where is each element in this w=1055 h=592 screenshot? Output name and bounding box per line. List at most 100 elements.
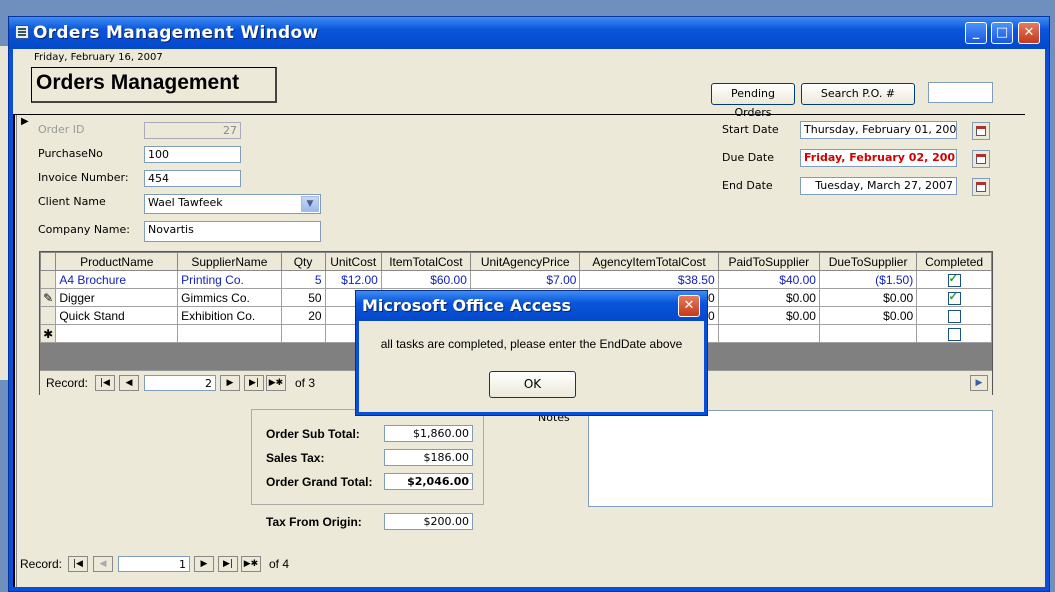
supplier-cell[interactable] [177, 324, 282, 343]
close-button[interactable]: ✕ [1018, 22, 1040, 44]
due-cell[interactable]: $0.00 [818, 288, 918, 307]
row-selector[interactable]: ✎ [39, 288, 57, 307]
column-header[interactable]: Completed [916, 252, 992, 271]
paid-cell[interactable]: $0.00 [717, 288, 820, 307]
table-header-row: ProductName SupplierName Qty UnitCost It… [39, 252, 992, 271]
qty-cell[interactable]: 20 [280, 306, 326, 325]
search-po-button[interactable]: Search P.O. # [801, 83, 915, 105]
next-record-icon[interactable]: ▶ [220, 375, 240, 391]
agency-total-cell[interactable]: $38.50 [579, 270, 719, 289]
completed-cell[interactable] [916, 324, 992, 343]
new-record-nav-icon[interactable]: ▶✱ [266, 375, 286, 391]
form-title-box: Orders Management [31, 67, 277, 103]
invoice-number-field[interactable]: 454 [144, 170, 241, 187]
due-cell[interactable] [818, 324, 918, 343]
main-previous-record-icon[interactable]: ◀ [93, 556, 113, 572]
column-header[interactable]: ProductName [55, 252, 179, 271]
product-cell[interactable]: Quick Stand [55, 306, 179, 325]
end-date-field[interactable]: Tuesday, March 27, 2007 [800, 177, 957, 195]
subform-record-count: of 3 [295, 376, 316, 390]
column-header[interactable]: SupplierName [177, 252, 282, 271]
minimize-button[interactable]: _ [965, 22, 987, 44]
purchase-no-field[interactable]: 100 [144, 146, 241, 163]
main-first-record-icon[interactable]: |◀ [68, 556, 88, 572]
dialog-close-button[interactable]: ✕ [678, 295, 700, 317]
product-cell[interactable]: Digger [55, 288, 179, 307]
column-header[interactable]: UnitCost [324, 252, 382, 271]
column-header[interactable]: PaidToSupplier [717, 252, 820, 271]
column-header[interactable]: UnitAgencyPrice [469, 252, 581, 271]
close-icon: ✕ [683, 298, 695, 313]
first-record-icon[interactable]: |◀ [95, 375, 115, 391]
due-date-field[interactable]: Friday, February 02, 2007 [800, 149, 957, 167]
tax-origin-field[interactable]: $200.00 [384, 513, 473, 530]
completed-checkbox[interactable] [947, 290, 961, 305]
scroll-right-icon[interactable]: ▶ [970, 375, 988, 391]
completed-checkbox[interactable] [947, 309, 961, 323]
tax-origin-label: Tax From Origin: [266, 515, 362, 529]
column-header[interactable]: AgencyItemTotalCost [579, 252, 719, 271]
ok-button[interactable]: OK [489, 371, 576, 398]
column-header[interactable]: ItemTotalCost [380, 252, 471, 271]
due-date-label: Due Date [722, 151, 774, 164]
qty-cell[interactable]: 5 [280, 270, 326, 289]
previous-record-icon[interactable]: ◀ [119, 375, 139, 391]
column-header[interactable]: Qty [280, 252, 326, 271]
company-name-label: Company Name: [38, 223, 130, 236]
main-record-number[interactable]: 1 [118, 556, 190, 572]
window-titlebar[interactable]: Orders Management Window _ □ ✕ [9, 17, 1049, 49]
product-cell[interactable]: A4 Brochure [55, 270, 179, 289]
form-title: Orders Management [36, 71, 240, 94]
company-name-field[interactable]: Novartis [144, 221, 321, 242]
completed-checkbox[interactable] [947, 327, 961, 341]
notes-field[interactable] [588, 410, 993, 507]
qty-cell[interactable]: 50 [280, 288, 326, 307]
due-cell[interactable]: $0.00 [818, 306, 918, 325]
last-record-icon[interactable]: ▶| [244, 375, 264, 391]
paid-cell[interactable]: $0.00 [717, 306, 820, 325]
supplier-cell[interactable]: Exhibition Co. [177, 306, 282, 325]
completed-cell[interactable] [916, 270, 992, 289]
end-date-calendar-icon[interactable] [972, 178, 990, 196]
sales-tax-label: Sales Tax: [266, 451, 325, 465]
due-date-calendar-icon[interactable] [972, 150, 990, 168]
form-icon [15, 25, 29, 39]
main-record-label: Record: [20, 557, 63, 571]
column-header[interactable]: DueToSupplier [818, 252, 918, 271]
dialog-titlebar[interactable]: Microsoft Office Access ✕ [356, 291, 707, 321]
access-message-dialog: Microsoft Office Access ✕ all tasks are … [355, 290, 708, 416]
pending-orders-button[interactable]: Pending Orders [711, 83, 795, 119]
unit-cost-cell[interactable]: $12.00 [324, 270, 382, 289]
header-divider [13, 114, 1025, 115]
grand-total-label: Order Grand Total: [266, 475, 373, 489]
main-new-record-icon[interactable]: ▶✱ [241, 556, 261, 572]
order-id-label: Order ID [38, 123, 85, 136]
table-row[interactable]: A4 Brochure Printing Co. 5 $12.00 $60.00… [39, 270, 992, 289]
qty-cell[interactable] [280, 324, 326, 343]
unit-agency-cell[interactable]: $7.00 [469, 270, 581, 289]
main-last-record-icon[interactable]: ▶| [218, 556, 238, 572]
paid-cell[interactable]: $40.00 [717, 270, 820, 289]
supplier-cell[interactable]: Printing Co. [177, 270, 282, 289]
item-total-cell[interactable]: $60.00 [380, 270, 471, 289]
search-po-input[interactable] [928, 82, 993, 103]
start-date-calendar-icon[interactable] [972, 122, 990, 140]
row-selector[interactable] [39, 270, 57, 289]
paid-cell[interactable] [717, 324, 820, 343]
maximize-button[interactable]: □ [991, 22, 1013, 44]
client-name-value: Wael Tawfeek [148, 196, 223, 209]
due-cell[interactable]: ($1.50) [818, 270, 918, 289]
new-record-icon[interactable]: ✱ [39, 324, 57, 343]
row-selector[interactable] [39, 306, 57, 325]
product-cell[interactable] [55, 324, 179, 343]
completed-cell[interactable] [916, 306, 992, 325]
supplier-cell[interactable]: Gimmics Co. [177, 288, 282, 307]
start-date-field[interactable]: Thursday, February 01, 2007 [800, 121, 957, 139]
main-next-record-icon[interactable]: ▶ [194, 556, 214, 572]
chevron-down-icon[interactable]: ▼ [301, 196, 319, 212]
client-name-combo[interactable]: Wael Tawfeek [144, 194, 321, 214]
close-icon: ✕ [1023, 25, 1035, 40]
completed-checkbox[interactable] [947, 272, 961, 287]
completed-cell[interactable] [916, 288, 992, 307]
subform-record-number[interactable]: 2 [144, 375, 216, 391]
